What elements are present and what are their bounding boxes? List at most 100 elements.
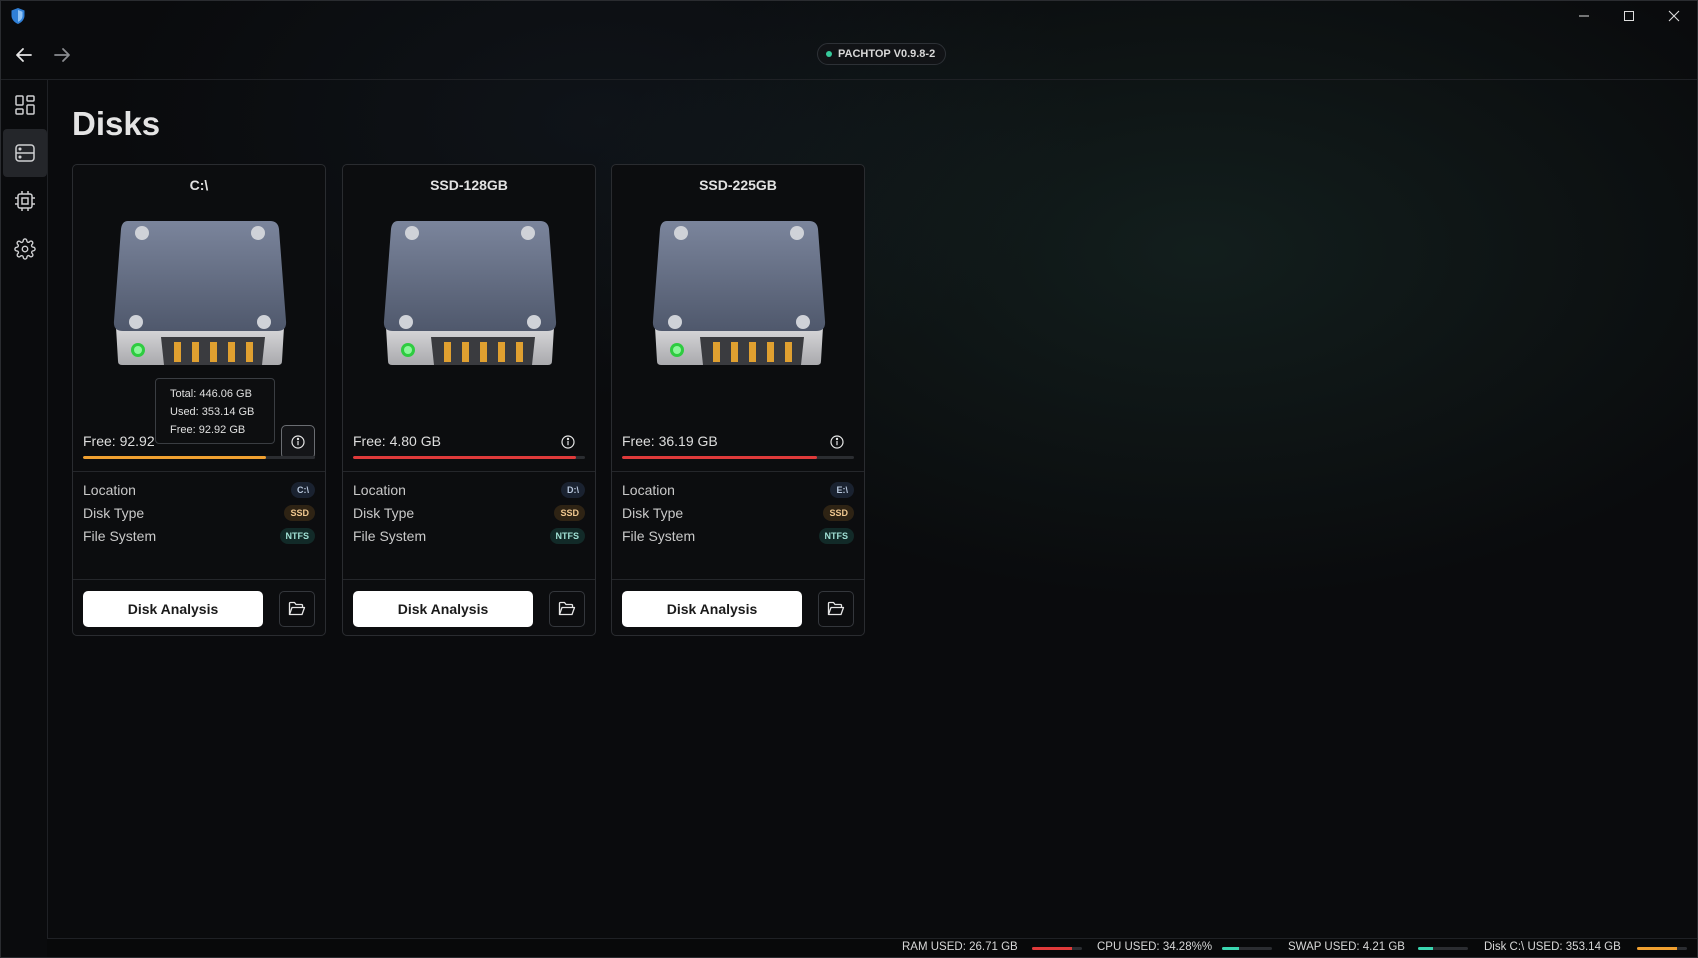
hard-drive-icon — [383, 221, 557, 365]
drive-pin — [731, 342, 738, 362]
disk-usage-bar — [1637, 947, 1687, 950]
maximize-icon — [1624, 11, 1634, 21]
status-bar: RAM USED: 26.71 GB CPU USED: 34.28%% SWA… — [47, 938, 1697, 957]
version-badge: PACHTOP V0.9.8-2 — [817, 43, 947, 65]
version-label: PACHTOP V0.9.8-2 — [838, 48, 936, 60]
close-button[interactable] — [1651, 1, 1697, 31]
tooltip-total: Total: 446.06 GB — [170, 388, 252, 400]
minimize-icon — [1579, 15, 1589, 17]
free-space-label: Free: 36.19 GB — [622, 433, 718, 449]
disk-info-button[interactable] — [551, 425, 585, 459]
drive-led-glow — [673, 346, 681, 354]
disk-analysis-button[interactable]: Disk Analysis — [353, 591, 533, 627]
open-folder-button[interactable] — [818, 591, 854, 627]
info-icon — [291, 435, 305, 449]
sidebar-item-settings[interactable] — [3, 225, 47, 273]
drive-pin — [228, 342, 235, 362]
drive-pin — [498, 342, 505, 362]
drive-led-glow — [404, 346, 412, 354]
drive-pin — [749, 342, 756, 362]
drive-screw — [796, 315, 810, 329]
disk-type-label: Disk Type — [83, 505, 145, 521]
disk-usage-bar — [353, 456, 585, 459]
divider — [343, 579, 595, 580]
navigation-bar: PACHTOP V0.9.8-2 — [1, 31, 1697, 80]
disk-type-row: Disk Type SSD — [622, 502, 854, 524]
file-system-label: File System — [622, 528, 696, 544]
open-folder-button[interactable] — [549, 591, 585, 627]
maximize-button[interactable] — [1606, 1, 1652, 31]
close-icon — [1668, 10, 1680, 22]
disk-card: SSD-128GB Free: 4.80 GB Location D:\ Dis… — [342, 164, 596, 636]
drive-pin — [246, 342, 253, 362]
info-icon — [561, 435, 575, 449]
drive-screw — [129, 315, 143, 329]
info-icon — [830, 435, 844, 449]
drive-screw — [399, 315, 413, 329]
disk-info-button[interactable] — [281, 425, 315, 459]
location-label: Location — [622, 482, 675, 498]
disk-usage-tooltip: Total: 446.06 GB Used: 353.14 GB Free: 9… — [155, 378, 275, 444]
swap-usage-bar — [1418, 947, 1468, 950]
location-badge: D:\ — [561, 482, 585, 498]
divider — [73, 471, 325, 472]
file-system-badge: NTFS — [279, 528, 315, 544]
title-bar — [1, 1, 1697, 31]
forward-button[interactable] — [48, 41, 76, 69]
disk-name: SSD-128GB — [430, 177, 508, 193]
disk-analysis-button[interactable]: Disk Analysis — [83, 591, 263, 627]
hard-drive-icon — [652, 221, 826, 365]
folder-open-icon — [558, 601, 576, 616]
divider — [612, 471, 864, 472]
divider — [612, 579, 864, 580]
sidebar-item-processor[interactable] — [3, 177, 47, 225]
drive-pin — [480, 342, 487, 362]
drive-screw — [251, 226, 265, 240]
disk-usage-bar — [83, 456, 315, 459]
folder-open-icon — [827, 601, 845, 616]
disk-type-row: Disk Type SSD — [353, 502, 585, 524]
drive-screw — [790, 226, 804, 240]
sidebar — [1, 79, 48, 939]
drive-pin — [516, 342, 523, 362]
arrow-right-icon — [54, 48, 70, 62]
drive-led-glow — [134, 346, 142, 354]
disk-type-badge: SSD — [554, 505, 585, 521]
sidebar-item-disks[interactable] — [3, 129, 47, 177]
swap-usage-label: SWAP USED: 4.21 GB — [1288, 941, 1405, 953]
file-system-label: File System — [83, 528, 157, 544]
location-label: Location — [83, 482, 136, 498]
disk-type-label: Disk Type — [622, 505, 684, 521]
divider — [343, 471, 595, 472]
hard-drive-icon — [113, 221, 287, 365]
file-system-row: File System NTFS — [622, 525, 854, 547]
app-logo-icon — [11, 8, 25, 24]
drive-screw — [668, 315, 682, 329]
disk-analysis-button[interactable]: Disk Analysis — [622, 591, 802, 627]
sidebar-item-dashboard[interactable] — [3, 81, 47, 129]
disk-type-label: Disk Type — [353, 505, 415, 521]
disk-usage-fill — [83, 456, 267, 459]
location-label: Location — [353, 482, 406, 498]
ram-usage-label: RAM USED: 26.71 GB — [902, 941, 1018, 953]
disk-info-button[interactable] — [820, 425, 854, 459]
disk-type-badge: SSD — [823, 505, 854, 521]
minimize-button[interactable] — [1561, 1, 1607, 31]
drive-pin — [713, 342, 720, 362]
drive-pin — [785, 342, 792, 362]
location-row: Location D:\ — [353, 479, 585, 501]
drive-screw — [674, 226, 688, 240]
folder-open-icon — [288, 601, 306, 616]
free-space-label: Free: 4.80 GB — [353, 433, 441, 449]
disk-type-badge: SSD — [284, 505, 315, 521]
location-badge: C:\ — [291, 482, 315, 498]
page-title: Disks — [72, 105, 161, 142]
disks-icon — [15, 144, 35, 162]
divider — [73, 579, 325, 580]
file-system-row: File System NTFS — [83, 525, 315, 547]
location-row: Location C:\ — [83, 479, 315, 501]
open-folder-button[interactable] — [279, 591, 315, 627]
ram-usage-bar — [1032, 947, 1082, 950]
drive-pin — [210, 342, 217, 362]
back-button[interactable] — [10, 41, 38, 69]
